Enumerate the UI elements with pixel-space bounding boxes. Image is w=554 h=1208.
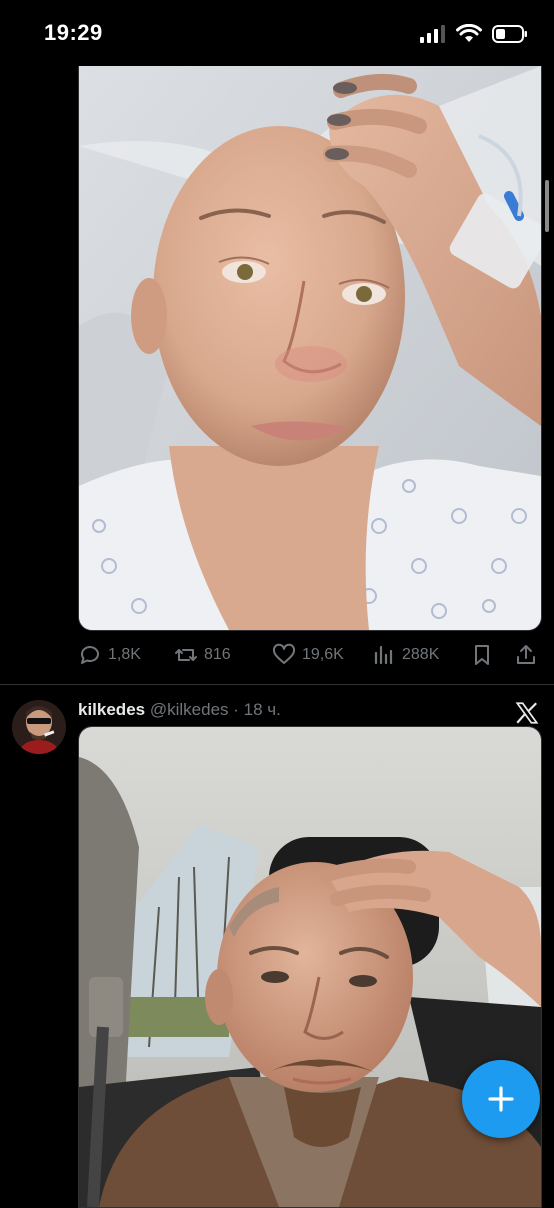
author-line: kilkedes @kilkedes · 18 ч. (78, 700, 281, 720)
author-name[interactable]: kilkedes (78, 700, 145, 719)
retweet-count: 816 (204, 646, 231, 663)
tweet-photo-car[interactable] (78, 726, 542, 1208)
status-icons (420, 24, 528, 44)
tweet-action-bar: 1,8K 816 19,6K 288K (78, 638, 548, 672)
views-count: 288K (402, 646, 440, 663)
share-button[interactable] (514, 638, 538, 672)
avatar[interactable] (12, 700, 66, 754)
battery-icon (492, 25, 527, 43)
status-time: 19:29 (44, 20, 103, 45)
tweet-time[interactable]: 18 ч. (244, 700, 281, 719)
reply-button[interactable]: 1,8K (78, 638, 141, 672)
like-count: 19,6K (302, 646, 344, 663)
tweet-photo-hospital[interactable] (78, 66, 542, 631)
bookmark-icon (475, 645, 489, 665)
compose-plus-icon (488, 1086, 514, 1112)
status-bar: 19:29 (0, 0, 554, 66)
meta-separator: · (233, 700, 239, 719)
retweet-icon (175, 649, 197, 661)
wifi-icon (456, 24, 482, 42)
views-icon (374, 645, 393, 665)
views-button[interactable]: 288K (372, 638, 439, 672)
x-logo-icon[interactable] (514, 700, 540, 726)
cellular-signal-icon (420, 25, 445, 43)
share-icon (517, 645, 535, 664)
tweet-header: kilkedes @kilkedes · 18 ч. (0, 692, 554, 754)
compose-button[interactable] (462, 1060, 540, 1138)
avatar-image (12, 700, 66, 754)
bookmark-button[interactable] (470, 638, 494, 672)
hospital-selfie-photo (79, 66, 541, 630)
author-handle[interactable]: @kilkedes (150, 700, 229, 719)
reply-icon (81, 646, 99, 664)
like-button[interactable]: 19,6K (272, 638, 344, 672)
scroll-indicator[interactable] (545, 180, 549, 232)
like-icon (272, 643, 296, 664)
retweet-button[interactable]: 816 (174, 638, 231, 672)
car-selfie-photo (79, 727, 541, 1207)
reply-count: 1,8K (108, 646, 141, 663)
tweet-divider (0, 684, 554, 685)
